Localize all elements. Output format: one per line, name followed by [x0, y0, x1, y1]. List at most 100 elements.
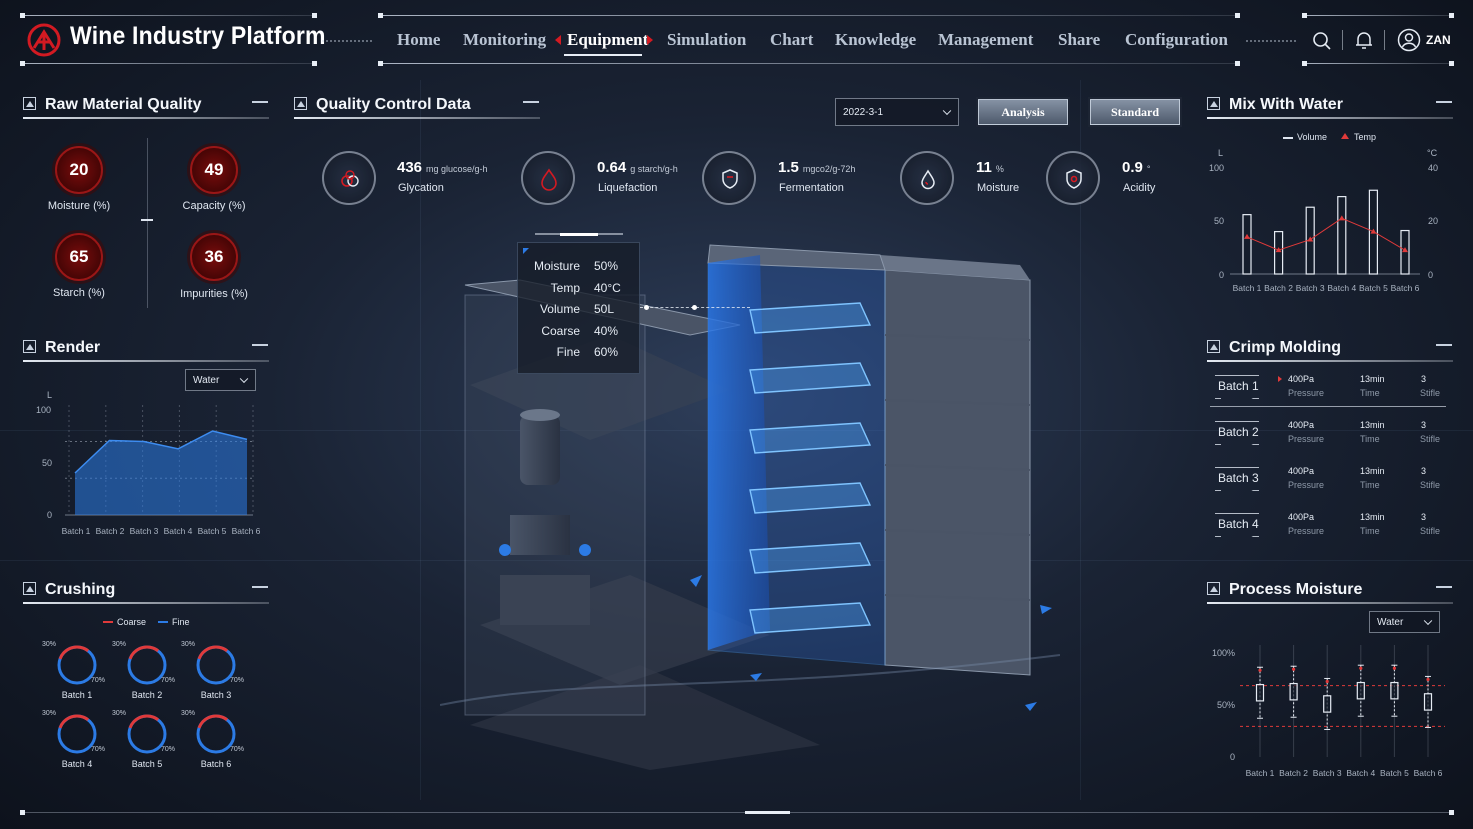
legend-volume: Volume: [1297, 132, 1328, 142]
volume-bar: [1337, 196, 1347, 275]
x-tick-label: Batch 6: [232, 526, 261, 536]
nav-home[interactable]: Home: [397, 30, 440, 50]
tooltip-value: 50L: [594, 302, 615, 316]
nav-configuration[interactable]: Configuration: [1125, 30, 1228, 50]
process-moisture-title: Process Moisture: [1229, 581, 1363, 598]
crimp-row[interactable]: Batch 1 400Pa Pressure 13min Time 3 Stifle: [1210, 369, 1446, 413]
standard-button[interactable]: Standard: [1090, 99, 1180, 125]
nav-simulation[interactable]: Simulation: [667, 30, 746, 50]
user-icon[interactable]: [1397, 28, 1421, 52]
fermentation-unit: mgco2/g-72h: [802, 164, 856, 174]
x-tick-label: Batch 2: [96, 526, 125, 536]
x-tick-label: Batch 5: [198, 526, 227, 536]
nav-monitoring[interactable]: Monitoring: [463, 30, 546, 50]
batch-label: Batch 5: [131, 759, 163, 769]
box: [1289, 682, 1298, 701]
tooltip-value: 40°C: [594, 281, 621, 295]
x-tick-label: Batch 1: [1246, 768, 1275, 778]
crimp-molding-title: Crimp Molding: [1229, 339, 1341, 356]
outlier-point: [1292, 667, 1296, 671]
x-tick-label: Batch 4: [1327, 283, 1356, 293]
panel-menu-icon[interactable]: [252, 101, 268, 103]
time-label: Time: [1360, 434, 1380, 444]
panel-menu-icon[interactable]: [252, 344, 268, 346]
batch-label: Batch 2: [131, 690, 163, 700]
tooltip-value: 50%: [594, 259, 619, 273]
x-tick-label: Batch 5: [1380, 768, 1409, 778]
shield-icon: [722, 169, 738, 189]
panel-icon: [23, 340, 36, 353]
acidity-name: Acidity: [1123, 182, 1156, 194]
panel-menu-icon[interactable]: [523, 101, 539, 103]
fermentation-name: Fermentation: [779, 182, 844, 194]
panel-menu-icon[interactable]: [1436, 344, 1452, 346]
legend-temp: Temp: [1354, 132, 1377, 142]
mix-y2-tick: 20: [1428, 216, 1439, 226]
acidity-ring: [1046, 151, 1100, 205]
nav-equipment[interactable]: Equipment: [567, 30, 648, 50]
date-select-value: 2022-3-1: [843, 106, 884, 118]
x-tick-label: Batch 5: [1359, 283, 1388, 293]
crimp-row[interactable]: Batch 4 400Pa Pressure 13min Time 3 Stifle: [1210, 507, 1446, 551]
render-select[interactable]: Water: [185, 369, 256, 391]
bell-icon[interactable]: [1354, 30, 1374, 50]
stifle-label: Stifle: [1420, 388, 1441, 398]
panel-icon: [1207, 340, 1220, 353]
fermentation-value: 1.5: [778, 159, 799, 176]
bottom-frame: [22, 812, 1452, 813]
drop-icon: [921, 169, 935, 190]
process-moisture-chart: Batch 1 Batch 2 Batch 3 Batch 4 Batch 5 Batch…: [1240, 645, 1445, 778]
crimp-row[interactable]: Batch 3 400Pa Pressure 13min Time 3 Stifle: [1210, 461, 1446, 505]
process-moisture-select[interactable]: Water: [1369, 611, 1440, 633]
batch-label: Batch 6: [200, 759, 232, 769]
fine-percent: 70%: [230, 746, 245, 753]
coarse-percent: 30%: [181, 641, 196, 648]
fine-percent: 70%: [161, 677, 176, 684]
render-y-tick: 0: [47, 510, 53, 520]
nav-share[interactable]: Share: [1058, 30, 1100, 50]
crimp-row[interactable]: Batch 2 400Pa Pressure 13min Time 3 Stifle: [1210, 415, 1446, 459]
time-label: Time: [1360, 388, 1380, 398]
starch-label: Starch (%): [53, 287, 105, 299]
render-y-unit: L: [47, 390, 53, 400]
time-value: 13min: [1360, 512, 1385, 522]
fine-percent: 70%: [91, 677, 106, 684]
panel-menu-icon[interactable]: [1436, 586, 1452, 588]
volume-bar: [1273, 230, 1284, 275]
nav-chart[interactable]: Chart: [770, 30, 813, 50]
nav-management[interactable]: Management: [938, 30, 1033, 50]
stifle-value: 3: [1421, 420, 1427, 430]
x-tick-label: Batch 3: [130, 526, 159, 536]
page-indicator[interactable]: [745, 811, 790, 814]
analysis-button[interactable]: Analysis: [978, 99, 1068, 125]
app-title: Wine Industry Platform: [70, 22, 326, 50]
date-select[interactable]: 2022-3-1: [835, 98, 959, 126]
acidity-value: 0.9: [1122, 159, 1143, 176]
render-y-tick: 100: [36, 405, 52, 415]
outlier-point: [1325, 679, 1329, 684]
panel-menu-icon[interactable]: [1436, 101, 1452, 103]
render-area: [75, 431, 247, 515]
crushing-title: Crushing: [45, 581, 116, 598]
username[interactable]: ZAN: [1426, 33, 1451, 47]
coarse-percent: 30%: [42, 641, 57, 648]
nav-knowledge[interactable]: Knowledge: [835, 30, 916, 50]
glycation-ring: [322, 151, 376, 205]
panel-menu-icon[interactable]: [252, 586, 268, 588]
outlier-point: [1359, 666, 1363, 670]
nav-left-arrow-icon: [555, 35, 561, 45]
liquefaction-name: Liquefaction: [598, 182, 658, 194]
x-tick-label: Batch 4: [164, 526, 193, 536]
top-header: Wine Industry Platform Home Monitoring E…: [0, 0, 1473, 80]
active-row-arrow-icon: [1278, 376, 1282, 382]
selected-row-underline: [1210, 406, 1446, 407]
mix-y-tick: 50: [1214, 216, 1225, 226]
legend-fine: Fine: [172, 617, 190, 627]
stifle-label: Stifle: [1420, 526, 1441, 536]
process-moisture-select-value: Water: [1377, 616, 1404, 628]
stifle-label: Stifle: [1420, 480, 1441, 490]
x-tick-label: Batch 2: [1264, 283, 1293, 293]
pm-y-tick: 50%: [1217, 700, 1236, 710]
pm-y-tick: 0: [1230, 752, 1236, 762]
search-icon[interactable]: [1312, 31, 1332, 51]
